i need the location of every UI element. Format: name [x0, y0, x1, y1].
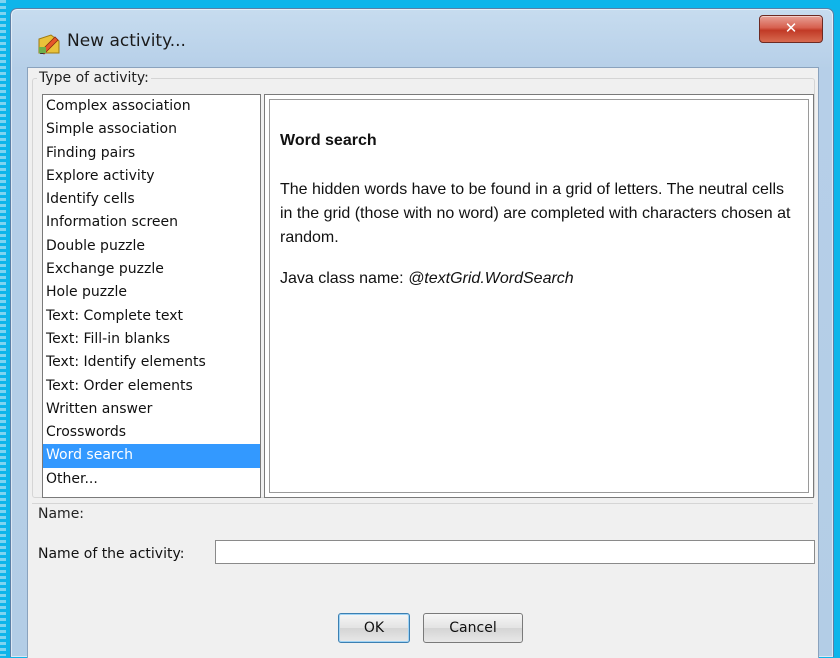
description-frame: Word search The hidden words have to be …: [269, 99, 809, 493]
description-text: The hidden words have to be found in a g…: [280, 181, 791, 246]
description-title: Word search: [280, 132, 377, 149]
new-activity-dialog: New activity... ✕ Type of activity: Comp…: [10, 8, 834, 658]
java-class-label: Java class name:: [280, 270, 409, 287]
list-item[interactable]: Crosswords: [43, 421, 260, 444]
list-item[interactable]: Simple association: [43, 118, 260, 141]
activity-name-input[interactable]: [215, 540, 815, 564]
list-item[interactable]: Double puzzle: [43, 235, 260, 258]
window-title: New activity...: [67, 31, 186, 51]
list-item[interactable]: Hole puzzle: [43, 281, 260, 304]
list-item[interactable]: Other...: [43, 468, 260, 491]
list-item[interactable]: Complex association: [43, 95, 260, 118]
list-item[interactable]: Text: Order elements: [43, 375, 260, 398]
dialog-content: Type of activity: Complex association Si…: [27, 67, 819, 658]
activity-type-list[interactable]: Complex association Simple association F…: [42, 94, 261, 498]
list-item[interactable]: Identify cells: [43, 188, 260, 211]
activity-description-pane: Word search The hidden words have to be …: [264, 94, 814, 498]
list-item[interactable]: Text: Complete text: [43, 305, 260, 328]
list-item[interactable]: Text: Fill-in blanks: [43, 328, 260, 351]
java-class-line: Java class name: @textGrid.WordSearch: [280, 270, 574, 288]
name-legend: Name:: [38, 506, 85, 522]
list-item[interactable]: Exchange puzzle: [43, 258, 260, 281]
java-class-value: @textGrid.WordSearch: [408, 270, 574, 287]
list-item[interactable]: Text: Identify elements: [43, 351, 260, 374]
close-button[interactable]: ✕: [759, 15, 823, 43]
ok-button[interactable]: OK: [338, 613, 410, 643]
desktop-backdrop: [0, 0, 6, 656]
title-bar[interactable]: New activity... ✕: [11, 9, 833, 65]
activity-name-label: Name of the activity:: [38, 546, 185, 562]
name-group: Name: Name of the activity:: [32, 503, 815, 586]
list-item[interactable]: Explore activity: [43, 165, 260, 188]
cancel-button[interactable]: Cancel: [423, 613, 523, 643]
list-item[interactable]: Written answer: [43, 398, 260, 421]
app-pencil-icon: [38, 34, 60, 55]
activity-type-legend: Type of activity:: [37, 70, 151, 86]
list-item[interactable]: Information screen: [43, 211, 260, 234]
button-row: OK Cancel: [28, 613, 818, 653]
list-item[interactable]: Finding pairs: [43, 142, 260, 165]
close-icon: ✕: [784, 19, 798, 37]
list-item-selected[interactable]: Word search: [43, 444, 260, 468]
